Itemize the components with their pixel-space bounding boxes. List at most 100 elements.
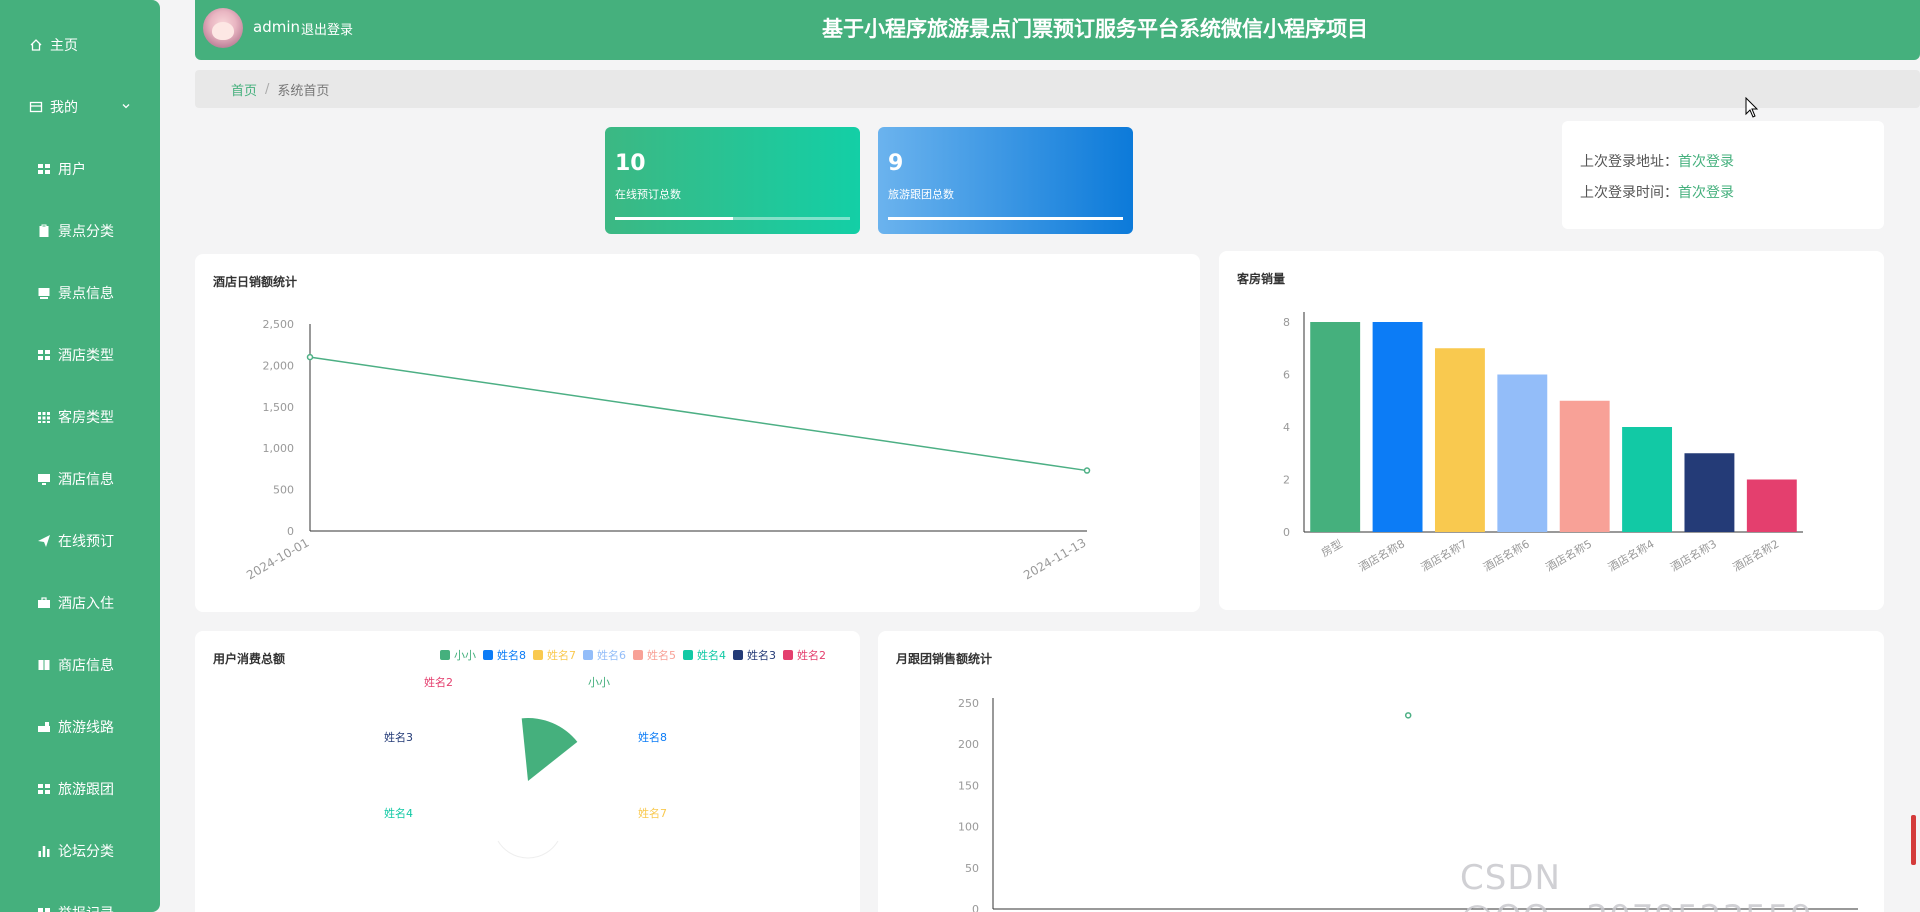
- bar-chart-icon: [36, 843, 52, 859]
- sidebar-item-online-booking[interactable]: 在线预订: [0, 521, 160, 561]
- avatar[interactable]: [203, 8, 243, 48]
- y-tick-label: 50: [965, 862, 979, 875]
- legend-label: 小小: [454, 649, 476, 662]
- sidebar-item-label: 景点信息: [58, 286, 114, 302]
- sidebar-item-home[interactable]: 主页: [0, 25, 160, 65]
- hotel-daily-sales-panel: 0 500 1,000 1,500 2,000 2,500 2024-10-01 2024-1…: [195, 254, 1200, 612]
- wallet-icon: [28, 99, 44, 115]
- sidebar-item-room-type[interactable]: 客房类型: [0, 397, 160, 437]
- sidebar-item-label: 旅游线路: [58, 720, 114, 736]
- clipboard-icon: [36, 223, 52, 239]
- breadcrumb-home[interactable]: 首页: [231, 80, 257, 99]
- y-tick-label: 0: [1283, 526, 1290, 539]
- legend-label: 姓名7: [547, 649, 576, 662]
- legend-label: 姓名6: [597, 649, 626, 662]
- y-tick-label: 100: [958, 821, 979, 834]
- sidebar-item-forum-category[interactable]: 论坛分类: [0, 831, 160, 871]
- sidebar-item-hotel-type[interactable]: 酒店类型: [0, 335, 160, 375]
- y-tick-label: 150: [958, 779, 979, 792]
- send-icon: [36, 533, 52, 549]
- y-tick-label: 8: [1283, 316, 1290, 329]
- x-tick-label: 2024-11-13: [1021, 535, 1088, 582]
- logout-link[interactable]: 退出登录: [301, 19, 353, 38]
- y-tick-label: 6: [1283, 369, 1290, 382]
- sidebar-item-shop-info[interactable]: 商店信息: [0, 645, 160, 685]
- sidebar-item-spot-category[interactable]: 景点分类: [0, 211, 160, 251]
- x-tick-label: 酒店名称7: [1418, 536, 1469, 574]
- sidebar-item-report-record[interactable]: 举报记录: [0, 893, 160, 912]
- x-tick-label: 酒店名称6: [1481, 536, 1532, 574]
- y-tick-label: 500: [273, 484, 294, 497]
- bar: [1684, 453, 1735, 532]
- bank-icon: [36, 719, 52, 735]
- legend-item[interactable]: 姓名5: [633, 647, 676, 663]
- grid-icon: [36, 161, 52, 177]
- chevron-down-icon: [120, 100, 132, 116]
- chart-title: 用户消费总额: [213, 652, 286, 666]
- data-point: [1083, 467, 1091, 474]
- login-info-card: 上次登录地址：首次登录 上次登录时间：首次登录: [1562, 121, 1884, 229]
- data-point: [306, 353, 314, 361]
- sidebar-item-travel-group[interactable]: 旅游跟团: [0, 769, 160, 809]
- legend-item[interactable]: 姓名2: [783, 647, 826, 663]
- legend-item[interactable]: 姓名3: [733, 647, 776, 663]
- slice-label: 姓名2: [424, 675, 453, 689]
- grid-icon: [36, 781, 52, 797]
- sidebar-item-label: 商店信息: [58, 658, 114, 674]
- page-title: 基于小程序旅游景点门票预订服务平台系统微信小程序项目: [822, 17, 1368, 41]
- book-icon: [36, 657, 52, 673]
- sidebar-item-label: 客房类型: [58, 410, 114, 426]
- legend-item[interactable]: 姓名6: [583, 647, 626, 663]
- legend-swatch: [533, 650, 543, 660]
- legend-swatch: [483, 650, 493, 660]
- stat-card-online-booking: 10 在线预订总数: [605, 127, 860, 234]
- sidebar-item-label: 酒店入住: [58, 596, 114, 612]
- x-tick-label: 酒店名称2: [1730, 536, 1781, 574]
- stat-label: 旅游跟团总数: [888, 188, 954, 201]
- y-tick-label: 250: [958, 697, 979, 710]
- room-sales-panel: 0 2 4 6 8 房型 酒店名称8 酒店名称7 酒店名称6 酒店名称5 酒店名称4 酒店名称3 酒店名…: [1219, 251, 1884, 610]
- y-tick-label: 0: [287, 525, 294, 538]
- watermark: CSDN @QQ__2079523559: [1460, 858, 1812, 912]
- legend-swatch: [733, 650, 743, 660]
- x-tick-label: 2024-10-01: [244, 535, 311, 582]
- sidebar-item-label: 景点分类: [58, 224, 114, 240]
- legend-swatch: [683, 650, 693, 660]
- breadcrumb-separator: /: [265, 81, 270, 97]
- legend-item[interactable]: 姓名4: [683, 647, 726, 663]
- sidebar-item-hotel-info[interactable]: 酒店信息: [0, 459, 160, 499]
- grid-icon: [36, 347, 52, 363]
- y-tick-label: 2,000: [263, 359, 295, 372]
- y-tick-label: 0: [972, 903, 979, 912]
- sidebar-item-spot-info[interactable]: 景点信息: [0, 273, 160, 313]
- y-tick-label: 2: [1283, 474, 1290, 487]
- y-tick-label: 1,500: [263, 401, 295, 414]
- sidebar-item-label: 用户: [58, 162, 86, 178]
- series-line: [309, 356, 1088, 472]
- sidebar-item-label: 论坛分类: [58, 844, 114, 860]
- bar: [1372, 322, 1423, 532]
- legend-label: 姓名4: [697, 649, 726, 662]
- legend-label: 姓名8: [497, 649, 526, 662]
- sidebar-item-users[interactable]: 用户: [0, 149, 160, 189]
- last-login-address: 上次登录地址：首次登录: [1580, 151, 1884, 171]
- sidebar-item-label: 主页: [50, 38, 78, 54]
- legend-item[interactable]: 姓名7: [533, 647, 576, 663]
- sidebar-item-mine[interactable]: 我的: [0, 87, 160, 127]
- chart-title: 酒店日销额统计: [213, 275, 298, 289]
- bar: [1434, 348, 1485, 532]
- sidebar-item-label: 旅游跟团: [58, 782, 114, 798]
- sidebar-item-travel-route[interactable]: 旅游线路: [0, 707, 160, 747]
- x-tick-label: 酒店名称3: [1668, 536, 1719, 574]
- legend-swatch: [783, 650, 793, 660]
- legend-item[interactable]: 姓名8: [483, 647, 526, 663]
- scrollbar-indicator[interactable]: [1911, 815, 1916, 865]
- y-tick-label: 2,500: [263, 318, 295, 331]
- top-header: admin 退出登录 基于小程序旅游景点门票预订服务平台系统微信小程序项目: [195, 0, 1920, 60]
- stat-value: 10: [615, 151, 646, 176]
- legend-item[interactable]: 小小: [440, 647, 476, 663]
- legend-swatch: [583, 650, 593, 660]
- pie-slice: [497, 840, 559, 859]
- stat-card-travel-group: 9 旅游跟团总数: [878, 127, 1133, 234]
- sidebar-item-hotel-checkin[interactable]: 酒店入住: [0, 583, 160, 623]
